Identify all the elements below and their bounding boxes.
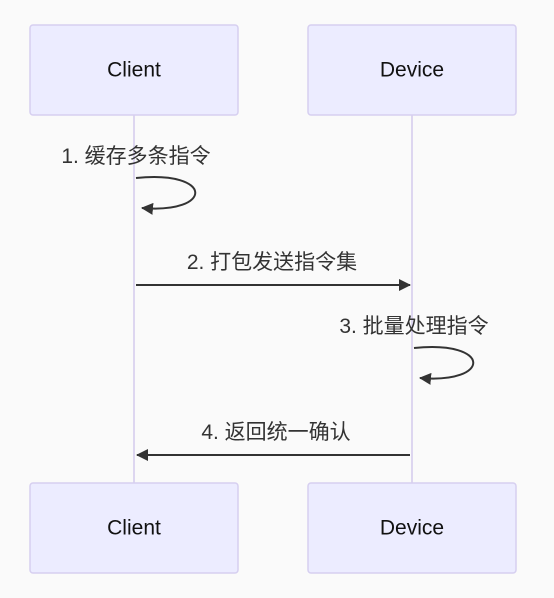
message-1-loop-arrow — [135, 176, 197, 215]
message-3: 3. 批量处理指令 — [339, 315, 489, 385]
message-4: 4. 返回统一确认 — [136, 421, 410, 461]
actor-client-top-label: Client — [107, 59, 161, 82]
actor-device-bottom-label: Device — [380, 517, 444, 540]
actor-device-bottom: Device — [307, 482, 517, 574]
actor-client-top: Client — [29, 24, 239, 116]
actor-client-bottom-label: Client — [107, 517, 161, 540]
sequence-diagram: Client Device 1. 缓存多条指令 2. 打包发送指令集 3. 批量… — [29, 24, 517, 574]
message-3-loop-arrow — [413, 346, 475, 385]
actor-device-top: Device — [307, 24, 517, 116]
actor-device-top-label: Device — [380, 59, 444, 82]
message-2-label: 2. 打包发送指令集 — [187, 251, 357, 274]
message-2: 2. 打包发送指令集 — [136, 251, 411, 291]
message-4-label: 4. 返回统一确认 — [201, 421, 350, 444]
message-3-label: 3. 批量处理指令 — [339, 315, 488, 338]
message-1: 1. 缓存多条指令 — [61, 145, 211, 215]
message-1-label: 1. 缓存多条指令 — [61, 145, 210, 168]
actor-client-bottom: Client — [29, 482, 239, 574]
